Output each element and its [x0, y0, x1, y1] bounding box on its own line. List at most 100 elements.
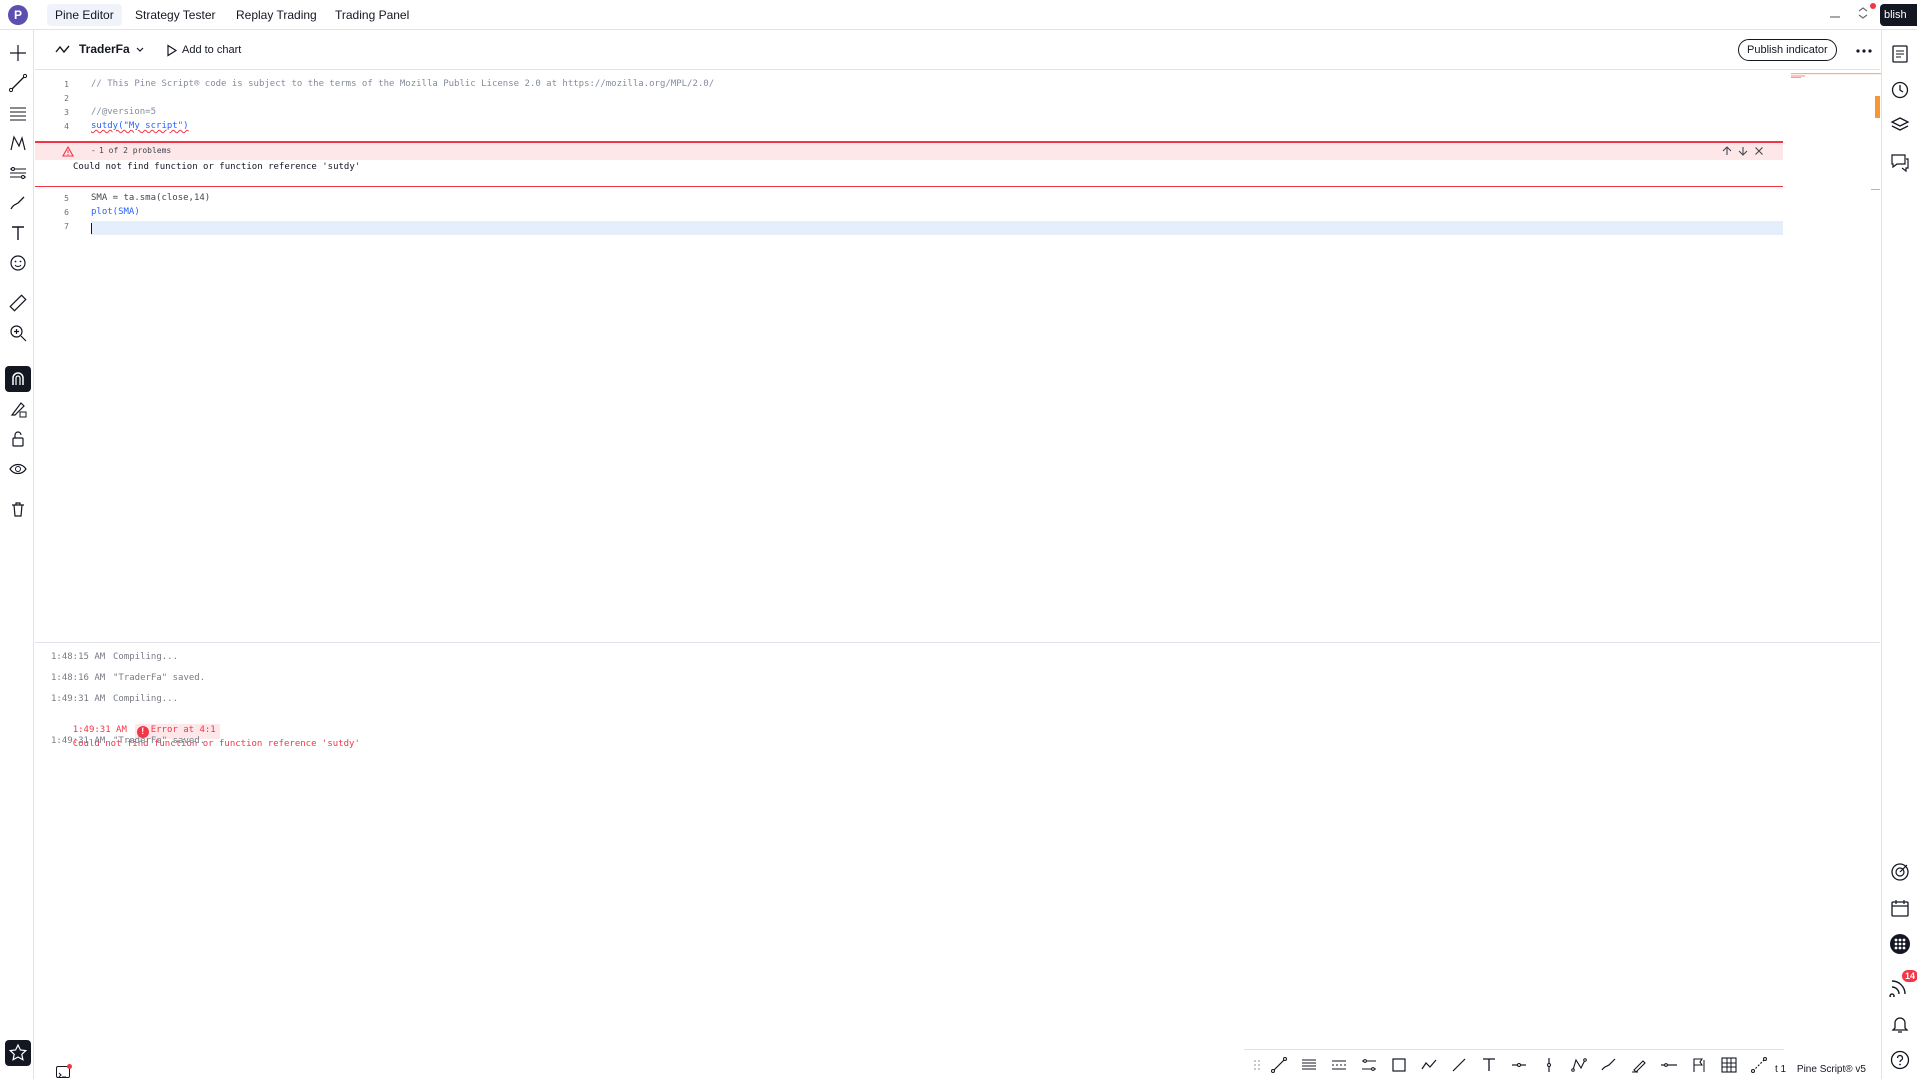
lock-icon[interactable]	[5, 426, 31, 452]
log-entry: 1:48:16 AM "TraderFa" saved.	[51, 673, 206, 683]
layers-icon[interactable]	[1888, 114, 1912, 138]
watchlist-icon[interactable]	[1888, 42, 1912, 66]
pattern-icon[interactable]	[5, 130, 31, 156]
code-line-6[interactable]: plot(SMA)	[91, 207, 140, 217]
crosshair-icon[interactable]	[5, 40, 31, 66]
text-icon[interactable]	[1480, 1056, 1498, 1074]
drag-handle-icon[interactable]	[1248, 1056, 1266, 1074]
highlighter-icon[interactable]	[1630, 1056, 1648, 1074]
minimap[interactable]	[1791, 71, 1881, 79]
chat-icon[interactable]	[1888, 150, 1912, 174]
right-sidebar: 14	[1881, 30, 1917, 1079]
zoom-in-icon[interactable]	[5, 320, 31, 346]
line-number: 1	[64, 80, 69, 89]
polyline-icon[interactable]	[1420, 1056, 1438, 1074]
flag-icon[interactable]	[1690, 1056, 1708, 1074]
floating-drawing-toolbar	[1244, 1049, 1784, 1079]
current-line-highlight	[91, 221, 1783, 235]
script-name[interactable]: TraderFa	[79, 42, 130, 56]
tab-replay-trading[interactable]: Replay Trading	[228, 4, 325, 26]
status-fragment: t 1	[1775, 1064, 1787, 1075]
warning-icon	[62, 146, 74, 157]
ray-icon[interactable]	[1450, 1056, 1468, 1074]
notifications-badge: 14	[1902, 970, 1917, 982]
tab-strategy-tester[interactable]: Strategy Tester	[127, 4, 223, 26]
parallel-channel-icon[interactable]	[1360, 1056, 1378, 1074]
add-to-chart-label: Add to chart	[182, 44, 242, 56]
extended-line-icon[interactable]	[1660, 1056, 1678, 1074]
code-line-1[interactable]: // This Pine Script® code is subject to …	[91, 79, 714, 89]
code-editor[interactable]: 1 // This Pine Script® code is subject t…	[35, 71, 1881, 642]
line-number: 7	[64, 222, 69, 231]
trash-icon[interactable]	[5, 496, 31, 522]
status-bar: t 1 Pine Script® v5	[1775, 1064, 1866, 1075]
trend-line-icon[interactable]	[1270, 1056, 1288, 1074]
lock-drawing-icon[interactable]	[5, 396, 31, 422]
vertical-line-icon[interactable]	[1540, 1056, 1558, 1074]
more-options-icon[interactable]	[1855, 48, 1873, 54]
brush-icon[interactable]	[1600, 1056, 1618, 1074]
problem-peek-body: Could not find function or function refe…	[35, 160, 1783, 186]
emoji-icon[interactable]	[5, 250, 31, 276]
eye-icon[interactable]	[5, 456, 31, 482]
indicator-wave-icon	[55, 45, 70, 54]
update-dot	[1870, 3, 1876, 9]
top-tab-bar: P Pine Editor Strategy Tester Replay Tra…	[0, 0, 1917, 30]
text-tool-icon[interactable]	[5, 220, 31, 246]
add-to-chart-button[interactable]: Add to chart	[162, 40, 241, 60]
publish-indicator-button[interactable]: Publish indicator	[1738, 39, 1837, 61]
line-number: 6	[64, 208, 69, 217]
magnet-icon[interactable]	[5, 366, 31, 392]
code-line-3[interactable]: //@version=5	[91, 107, 156, 117]
console-alert-dot	[67, 1064, 72, 1069]
line-number: 4	[64, 122, 69, 131]
horizontal-ray-icon[interactable]	[1510, 1056, 1528, 1074]
trend-line-icon[interactable]	[5, 70, 31, 96]
play-icon	[167, 44, 178, 57]
brush-icon[interactable]	[5, 190, 31, 216]
minimize-panel-icon[interactable]	[1826, 6, 1844, 24]
chevron-down-icon[interactable]	[135, 46, 145, 54]
text-caret	[91, 223, 92, 234]
rectangle-icon[interactable]	[1390, 1056, 1408, 1074]
maximize-panel-icon[interactable]	[1854, 6, 1872, 24]
news-feed-icon[interactable]: 14	[1888, 970, 1917, 999]
ruler-icon[interactable]	[5, 290, 31, 316]
arrow-up-icon[interactable]	[1721, 145, 1733, 157]
bell-icon[interactable]	[1888, 1012, 1912, 1036]
log-entry: 1:48:15 AM Compiling...	[51, 652, 179, 662]
problem-peek-widget: - 1 of 2 problems Could not find functio…	[35, 141, 1783, 187]
console-panel: 1:48:15 AM Compiling... 1:48:16 AM "Trader…	[35, 642, 1880, 1062]
code-line-4[interactable]: sutdy("My script")	[91, 121, 189, 131]
fib-retracement-icon[interactable]	[5, 100, 31, 126]
horizontal-lines-icon[interactable]	[1300, 1056, 1318, 1074]
close-icon[interactable]	[1753, 145, 1765, 157]
publish-button-truncated[interactable]: blish	[1880, 4, 1917, 26]
line-number: 3	[64, 108, 69, 117]
code-line-5[interactable]: SMA = ta.sma(close,14)	[91, 193, 210, 203]
target-icon[interactable]	[1888, 860, 1912, 884]
calendar-icon[interactable]	[1888, 896, 1912, 920]
problem-peek-header: - 1 of 2 problems	[35, 143, 1783, 160]
channel-icon[interactable]	[1330, 1056, 1348, 1074]
log-entry: 1:49:31 AM Compiling...	[51, 694, 179, 704]
favorites-star-icon[interactable]	[5, 1040, 31, 1066]
help-icon[interactable]	[1888, 1048, 1912, 1072]
tab-trading-panel[interactable]: Trading Panel	[327, 4, 417, 26]
forecast-icon[interactable]	[5, 160, 31, 186]
scrollbar-error-marker	[1875, 96, 1880, 118]
user-avatar[interactable]: P	[8, 5, 28, 25]
line-number: 5	[64, 194, 69, 203]
alerts-clock-icon[interactable]	[1888, 78, 1912, 102]
apps-grid-icon[interactable]	[1888, 932, 1912, 956]
tab-pine-editor[interactable]: Pine Editor	[47, 4, 122, 26]
problem-message: Could not find function or function refe…	[73, 162, 361, 172]
pattern-icon[interactable]	[1570, 1056, 1588, 1074]
log-entry: 1:49:31 AM "TraderFa" saved.	[51, 736, 206, 746]
pine-version-status[interactable]: Pine Script® v5	[1797, 1064, 1866, 1075]
grid-icon[interactable]	[1720, 1056, 1738, 1074]
arrow-down-icon[interactable]	[1737, 145, 1749, 157]
problem-counter: 1 of 2 problems	[99, 146, 172, 155]
measure-icon[interactable]	[1750, 1056, 1768, 1074]
scrollbar-divider	[1871, 189, 1880, 190]
